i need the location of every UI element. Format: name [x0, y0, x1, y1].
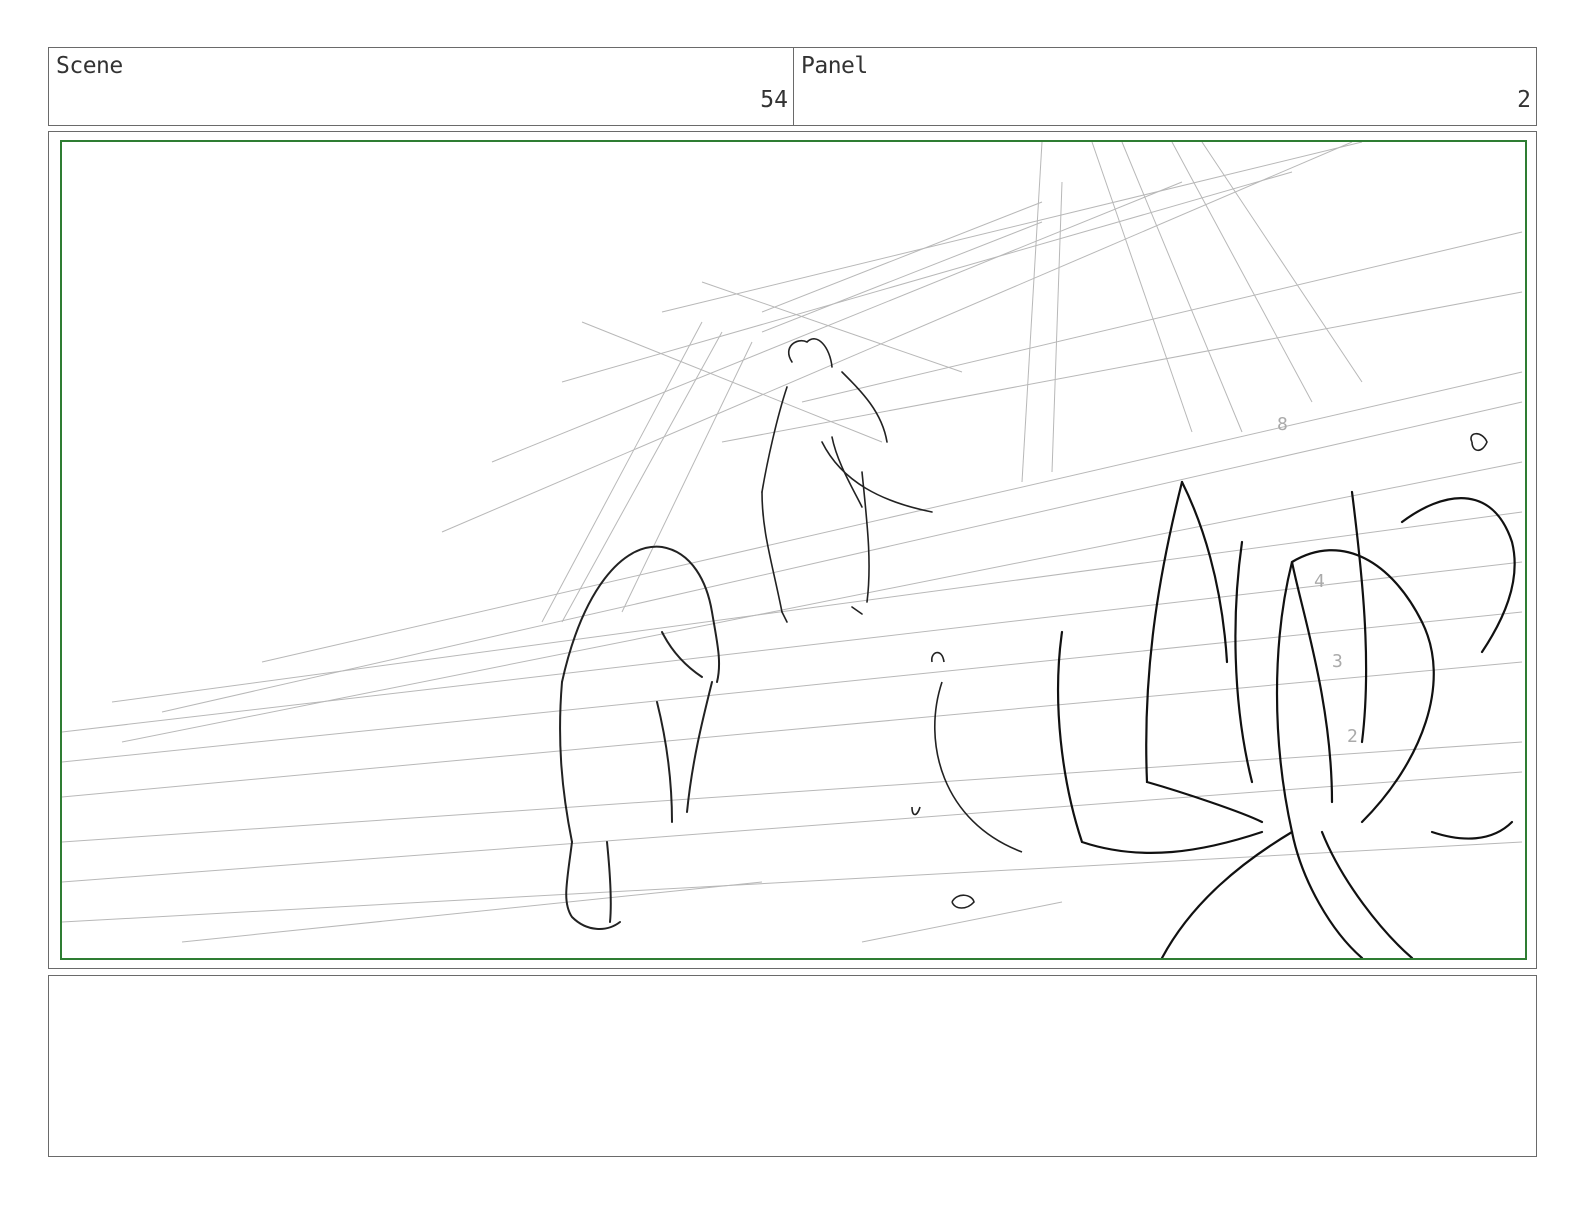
scene-cell: Scene 54 — [49, 48, 794, 125]
petal-number: 2 — [1347, 726, 1358, 747]
petal-number: 4 — [1314, 571, 1325, 592]
scene-number: 54 — [760, 87, 788, 113]
panel-label: Panel — [801, 53, 868, 79]
panel-number: 2 — [1517, 87, 1531, 113]
flower-creature — [1056, 480, 1516, 958]
panel-image-box: 8 4 3 2 — [48, 131, 1537, 969]
camera-frame: 8 4 3 2 — [60, 140, 1527, 960]
scene-label: Scene — [56, 53, 123, 79]
figure-foreground-man — [559, 545, 721, 930]
figure-background-warrior — [761, 338, 933, 623]
debris-rocks — [911, 432, 1488, 909]
panel-notes-box — [48, 975, 1537, 1157]
panel-cell: Panel 2 — [794, 48, 1536, 125]
petal-number-marks: 8 4 3 2 — [1277, 414, 1358, 747]
perspective-guides — [62, 142, 1523, 943]
petal-number: 3 — [1332, 651, 1343, 672]
storyboard-sketch: 8 4 3 2 — [62, 142, 1523, 958]
petal-number: 8 — [1277, 414, 1288, 435]
storyboard-header: Scene 54 Panel 2 — [48, 47, 1537, 126]
